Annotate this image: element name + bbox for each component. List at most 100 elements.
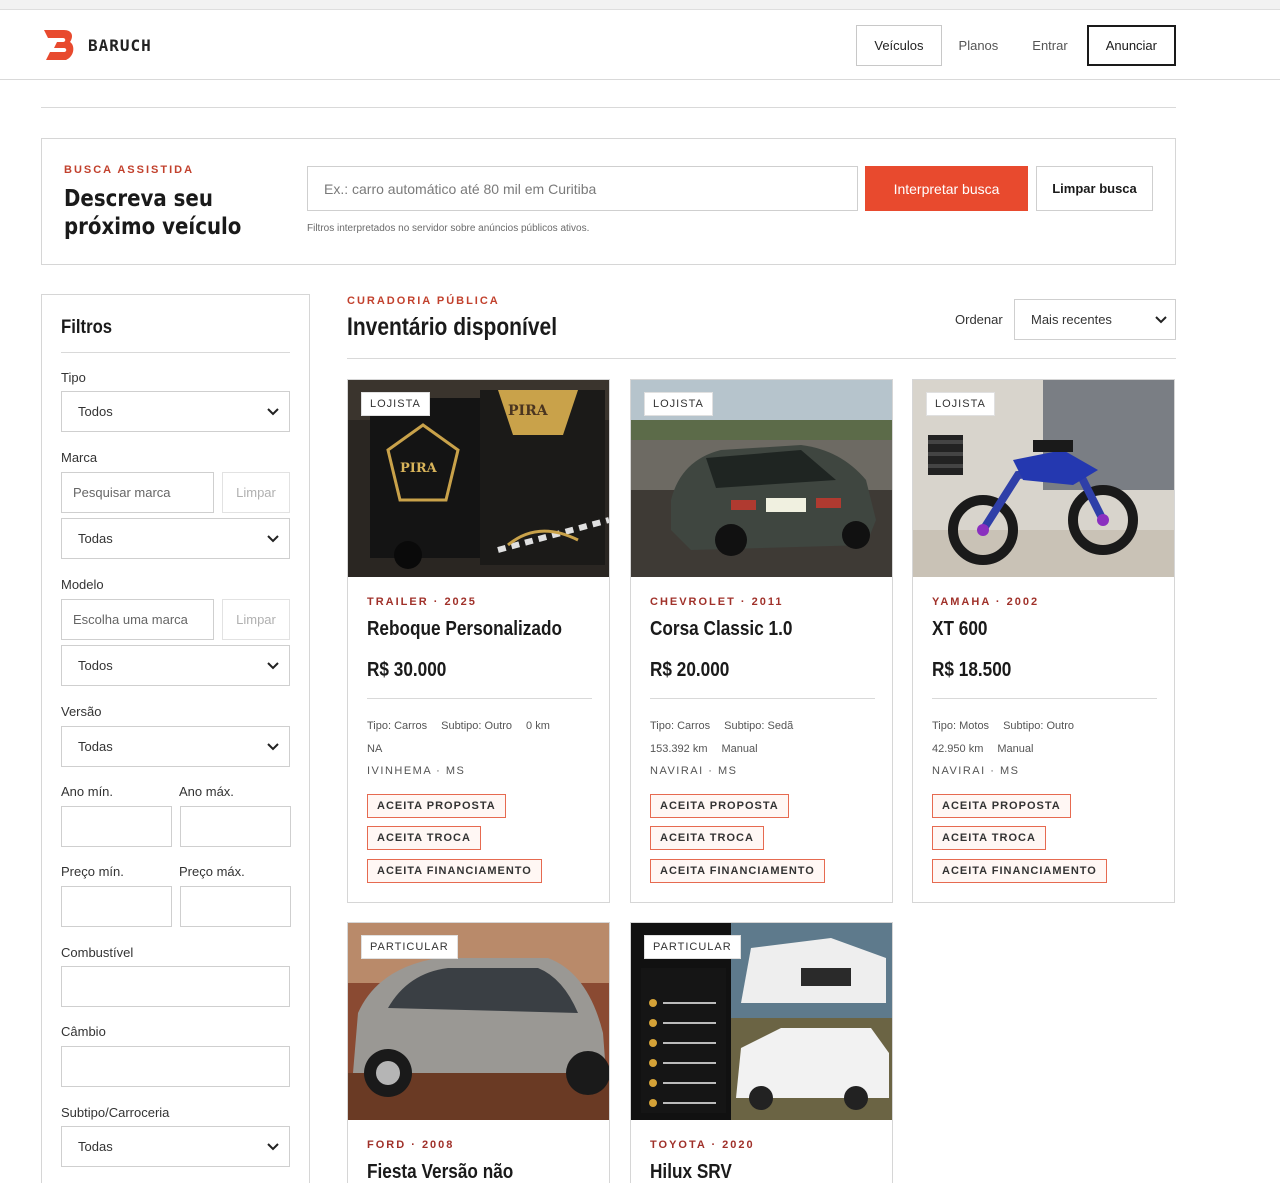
- preco-max-label: Preço máx.: [179, 864, 245, 879]
- spec-subtipo: Subtipo: Sedã: [724, 720, 794, 732]
- inventory-eyebrow: CURADORIA PÚBLICA: [347, 295, 500, 307]
- card-title[interactable]: Fiesta Versão não: [367, 1161, 513, 1183]
- filters-title: Filtros: [61, 317, 113, 338]
- sort-label: Ordenar: [955, 312, 1003, 327]
- seller-type-badge: LOJISTA: [926, 392, 995, 416]
- vehicle-card[interactable]: PIRA PIRA LOJISTA TRAILER · 2025 Reboque…: [347, 379, 610, 903]
- preco-max-input[interactable]: [180, 886, 291, 927]
- tipo-select-value: Todos: [78, 404, 113, 419]
- spec-cambio: NA: [367, 743, 383, 755]
- card-make-year: TOYOTA · 2020: [650, 1139, 755, 1151]
- spec-tipo: Tipo: Carros: [650, 720, 711, 732]
- vehicle-card[interactable]: PARTICULAR FORD · 2008 Fiesta Versão não: [347, 922, 610, 1183]
- card-location: NAVIRAI · MS: [650, 765, 738, 777]
- brand-name: BARUCH: [88, 35, 152, 55]
- ano-max-input[interactable]: [180, 806, 291, 847]
- preco-min-label: Preço mín.: [61, 864, 124, 879]
- seller-type-badge: PARTICULAR: [361, 935, 458, 959]
- versao-select-value: Todas: [78, 739, 113, 754]
- svg-text:PIRA: PIRA: [508, 403, 549, 419]
- seller-type-badge: PARTICULAR: [644, 935, 741, 959]
- svg-text:PIRA: PIRA: [400, 461, 438, 476]
- interpret-search-button[interactable]: Interpretar busca: [865, 166, 1028, 211]
- ano-min-label: Ano mín.: [61, 784, 114, 799]
- vehicle-card[interactable]: PARTICULAR TOYOTA · 2020 Hilux SRV: [630, 922, 893, 1183]
- tipo-label: Tipo: [61, 370, 86, 385]
- brand-logo[interactable]: BARUCH: [42, 28, 152, 62]
- marca-search-input[interactable]: Pesquisar marca: [61, 472, 214, 513]
- marca-select[interactable]: Todas: [61, 518, 290, 559]
- nav-entrar[interactable]: Entrar: [1015, 25, 1085, 66]
- card-price: R$ 20.000: [650, 659, 730, 681]
- modelo-select-value: Todos: [78, 658, 113, 673]
- subtipo-select[interactable]: Todas: [61, 1126, 290, 1167]
- modelo-clear-button[interactable]: Limpar: [222, 599, 290, 640]
- chevron-down-icon: [267, 534, 279, 542]
- search-hint: Filtros interpretados no servidor sobre …: [307, 223, 590, 234]
- tag-aceita-troca: ACEITA TROCA: [367, 826, 481, 850]
- chevron-down-icon: [267, 407, 279, 415]
- tipo-select[interactable]: Todos: [61, 391, 290, 432]
- tag-aceita-financiamento: ACEITA FINANCIAMENTO: [650, 859, 825, 883]
- chevron-down-icon: [267, 1142, 279, 1150]
- tag-aceita-proposta: ACEITA PROPOSTA: [367, 794, 506, 818]
- spec-km: 0 km: [526, 720, 550, 732]
- assisted-search-panel: BUSCA ASSISTIDA Descreva seu próximo veí…: [41, 138, 1176, 265]
- card-make-year: CHEVROLET · 2011: [650, 596, 784, 608]
- spec-cambio: Manual: [997, 743, 1034, 755]
- card-divider: [650, 698, 875, 699]
- inventory-title: Inventário disponível: [347, 313, 558, 341]
- nav-planos[interactable]: Planos: [941, 25, 1016, 66]
- baruch-logo-icon: [44, 30, 74, 60]
- card-make-year: YAMAHA · 2002: [932, 596, 1040, 608]
- card-title[interactable]: XT 600: [932, 618, 987, 641]
- spec-km: 42.950 km: [932, 743, 984, 755]
- combustivel-input[interactable]: [61, 966, 290, 1007]
- modelo-search-input[interactable]: Escolha uma marca: [61, 599, 214, 640]
- chevron-down-icon: [1155, 315, 1167, 323]
- card-title[interactable]: Corsa Classic 1.0: [650, 618, 792, 641]
- combustivel-label: Combustível: [61, 945, 134, 960]
- site-header: BARUCH Veículos Planos Entrar Anunciar: [0, 10, 1280, 80]
- card-specs: Tipo: Carros Subtipo: Outro 0 km NA: [367, 715, 597, 761]
- spec-km: 153.392 km: [650, 743, 708, 755]
- tag-aceita-troca: ACEITA TROCA: [932, 826, 1046, 850]
- spec-subtipo: Subtipo: Outro: [441, 720, 513, 732]
- card-price: R$ 30.000: [367, 659, 447, 681]
- card-price: R$ 18.500: [932, 659, 1012, 681]
- spec-tipo: Tipo: Motos: [932, 720, 990, 732]
- tag-aceita-proposta: ACEITA PROPOSTA: [650, 794, 789, 818]
- card-specs: Tipo: Carros Subtipo: Sedã 153.392 km Manu…: [650, 715, 880, 761]
- card-title[interactable]: Hilux SRV: [650, 1161, 732, 1183]
- nav-anunciar-button[interactable]: Anunciar: [1086, 25, 1176, 66]
- preco-min-input[interactable]: [61, 886, 172, 927]
- chevron-down-icon: [267, 742, 279, 750]
- spec-cambio: Manual: [721, 743, 758, 755]
- ano-max-label: Ano máx.: [179, 784, 234, 799]
- tag-aceita-proposta: ACEITA PROPOSTA: [932, 794, 1071, 818]
- subtipo-select-value: Todas: [78, 1139, 113, 1154]
- vehicle-card[interactable]: LOJISTA CHEVROLET · 2011 Corsa Classic 1…: [630, 379, 893, 903]
- main-nav: Veículos Planos Entrar Anunciar: [856, 25, 1176, 66]
- card-make-year: TRAILER · 2025: [367, 596, 477, 608]
- cambio-input[interactable]: [61, 1046, 290, 1087]
- sort-select[interactable]: Mais recentes: [1014, 299, 1176, 340]
- marca-clear-button[interactable]: Limpar: [222, 472, 290, 513]
- versao-select[interactable]: Todas: [61, 726, 290, 767]
- seller-type-badge: LOJISTA: [644, 392, 713, 416]
- card-location: NAVIRAI · MS: [932, 765, 1020, 777]
- clear-search-button[interactable]: Limpar busca: [1036, 166, 1153, 211]
- filters-panel: Filtros Tipo Todos Marca Pesquisar marca…: [41, 294, 310, 1183]
- inventory-divider: [347, 358, 1176, 359]
- assisted-search-input[interactable]: [307, 166, 858, 211]
- card-title[interactable]: Reboque Personalizado: [367, 618, 562, 641]
- nav-veiculos[interactable]: Veículos: [856, 25, 942, 66]
- ano-min-input[interactable]: [61, 806, 172, 847]
- spec-subtipo: Subtipo: Outro: [1003, 720, 1074, 732]
- section-divider: [41, 107, 1176, 108]
- tag-aceita-financiamento: ACEITA FINANCIAMENTO: [932, 859, 1107, 883]
- modelo-select[interactable]: Todos: [61, 645, 290, 686]
- card-make-year: FORD · 2008: [367, 1139, 455, 1151]
- vehicle-card[interactable]: LOJISTA YAMAHA · 2002 XT 600 R$ 18.500 T…: [912, 379, 1175, 903]
- browser-top-strip: [0, 0, 1280, 10]
